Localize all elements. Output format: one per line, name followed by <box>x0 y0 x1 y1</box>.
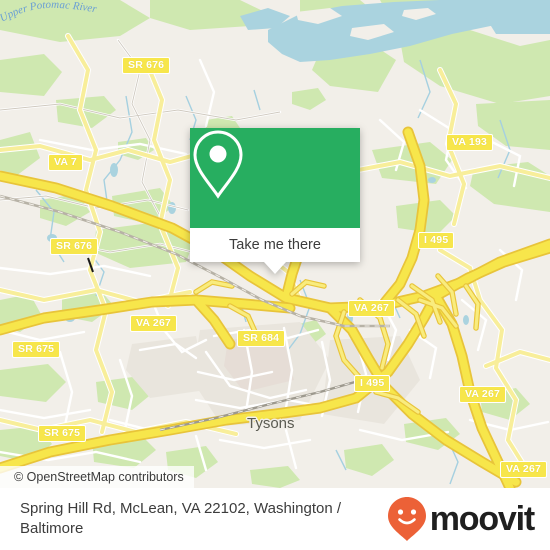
place-label-tysons: Tysons <box>247 415 295 432</box>
screenshot-root: Upper Potomac River Tysons SR 676 VA 193… <box>0 0 550 550</box>
road-shield-sr-675-south[interactable]: SR 675 <box>38 425 87 442</box>
road-shield-va-267-southeast[interactable]: VA 267 <box>459 386 507 403</box>
road-shield-va-267-east[interactable]: VA 267 <box>348 300 396 317</box>
callout-pointer <box>264 262 286 274</box>
road-shield-i-495-north[interactable]: I 495 <box>418 232 455 249</box>
map-attribution[interactable]: © OpenStreetMap contributors <box>0 466 194 488</box>
moovit-logo[interactable]: moovit <box>387 496 550 542</box>
callout-action-bar[interactable]: Take me there <box>190 228 360 262</box>
destination-callout[interactable]: Take me there <box>190 128 360 274</box>
map-pin-icon <box>193 130 243 199</box>
footer-bar: Spring Hill Rd, McLean, VA 22102, Washin… <box>0 488 550 550</box>
moovit-smiley-pin-icon <box>387 497 426 541</box>
take-me-there-button[interactable]: Take me there <box>229 237 321 253</box>
road-shield-sr-684[interactable]: SR 684 <box>237 330 286 347</box>
map-canvas[interactable]: Upper Potomac River Tysons SR 676 VA 193… <box>0 0 550 488</box>
map-attribution-text: © OpenStreetMap contributors <box>14 470 184 484</box>
road-shield-va-267-corner[interactable]: VA 267 <box>500 461 548 478</box>
road-shield-va-193[interactable]: VA 193 <box>446 134 494 151</box>
road-shield-sr-676-north[interactable]: SR 676 <box>122 57 171 74</box>
road-shield-i-495-south[interactable]: I 495 <box>354 375 391 392</box>
callout-image-area <box>190 128 360 228</box>
road-shield-sr-676-west[interactable]: SR 676 <box>50 238 99 255</box>
road-shield-va-267-west[interactable]: VA 267 <box>130 315 178 332</box>
location-title: Spring Hill Rd, McLean, VA 22102, Washin… <box>20 500 342 537</box>
moovit-wordmark: moovit <box>429 500 535 538</box>
road-shield-sr-675-west[interactable]: SR 675 <box>12 341 61 358</box>
road-shield-va-7[interactable]: VA 7 <box>48 154 83 171</box>
